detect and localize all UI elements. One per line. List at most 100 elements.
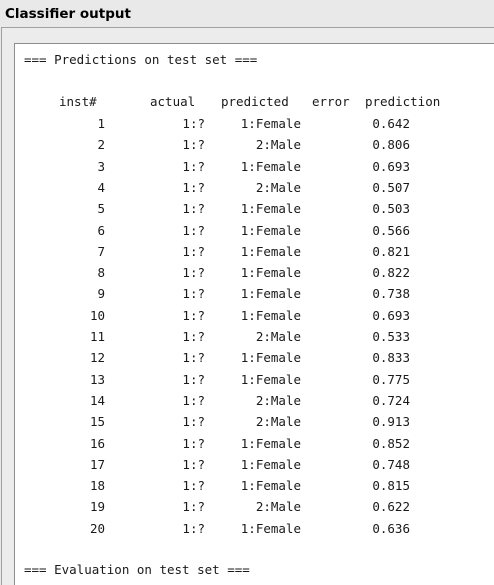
prediction-cell: 0.822 [372, 265, 410, 281]
predicted-cell: 1:Female [240, 520, 301, 536]
prediction-cell: 0.503 [372, 201, 410, 217]
inst-cell: 16 [89, 435, 105, 451]
table-row: 17 1:? 1:Female 0.748 [15, 457, 494, 478]
inst-cell: 19 [89, 499, 105, 515]
table-row: 8 1:? 1:Female 0.822 [15, 265, 494, 286]
prediction-cell: 0.642 [372, 116, 410, 131]
table-row: 9 1:? 1:Female 0.738 [15, 286, 494, 307]
actual-cell: 1:? [182, 478, 205, 494]
inst-cell: 5 [97, 201, 105, 217]
table-row: 16 1:? 1:Female 0.852 [15, 436, 494, 457]
column-header-inst: inst# [59, 94, 97, 109]
actual-cell: 1:? [182, 265, 205, 281]
classifier-output-panel-header: Classifier output [0, 0, 494, 27]
predicted-cell: 2:Male [255, 414, 301, 430]
prediction-cell: 0.913 [372, 414, 410, 430]
actual-cell: 1:? [182, 329, 205, 344]
predictions-section-header: === Predictions on test set === [24, 52, 258, 67]
predicted-cell: 2:Male [255, 137, 301, 153]
column-header-predicted: predicted [221, 94, 289, 109]
predicted-cell: 2:Male [255, 179, 301, 195]
actual-cell: 1:? [182, 456, 205, 472]
actual-cell: 1:? [182, 158, 205, 174]
inst-cell: 8 [97, 265, 105, 281]
predicted-cell: 2:Male [255, 499, 301, 515]
predicted-cell: 2:Male [255, 329, 301, 344]
inst-cell: 12 [89, 350, 105, 366]
predicted-cell: 1:Female [240, 435, 301, 451]
actual-cell: 1:? [182, 243, 205, 259]
predicted-cell: 1:Female [240, 456, 301, 472]
table-row: 5 1:? 1:Female 0.503 [15, 201, 494, 222]
inst-cell: 6 [97, 222, 105, 238]
inst-cell: 13 [89, 371, 105, 387]
actual-cell: 1:? [182, 116, 205, 131]
table-row: 20 1:? 1:Female 0.636 [15, 521, 494, 542]
predicted-cell: 1:Female [240, 222, 301, 238]
prediction-cell: 0.738 [372, 286, 410, 302]
prediction-cell: 0.693 [372, 158, 410, 174]
predicted-cell: 1:Female [240, 307, 301, 323]
predicted-cell: 1:Female [240, 243, 301, 259]
actual-cell: 1:? [182, 499, 205, 515]
inst-cell: 7 [97, 243, 105, 259]
table-row: 2 1:? 2:Male 0.806 [15, 137, 494, 158]
predicted-cell: 1:Female [240, 116, 301, 131]
predicted-cell: 1:Female [240, 158, 301, 174]
inst-cell: 10 [89, 307, 105, 323]
column-header-prediction: prediction [365, 94, 441, 109]
predicted-cell: 1:Female [240, 350, 301, 366]
table-row: 11 1:? 2:Male 0.533 [15, 329, 494, 350]
table-row: 13 1:? 1:Female 0.775 [15, 372, 494, 393]
inst-cell: 14 [89, 392, 105, 408]
predicted-cell: 1:Female [240, 478, 301, 494]
classifier-output-text-area[interactable]: === Predictions on test set === inst# ac… [14, 43, 494, 585]
table-row: 12 1:? 1:Female 0.833 [15, 350, 494, 371]
prediction-cell: 0.693 [372, 307, 410, 323]
actual-cell: 1:? [182, 201, 205, 217]
actual-cell: 1:? [182, 179, 205, 195]
table-row: 4 1:? 2:Male 0.507 [15, 180, 494, 201]
column-header-error: error [312, 94, 350, 109]
actual-cell: 1:? [182, 222, 205, 238]
table-row: 3 1:? 1:Female 0.693 [15, 159, 494, 180]
prediction-cell: 0.815 [372, 478, 410, 494]
table-row: 1 1:? 1:Female 0.642 [15, 116, 494, 137]
prediction-cell: 0.622 [372, 499, 410, 515]
prediction-cell: 0.775 [372, 371, 410, 387]
column-header-actual: actual [150, 94, 196, 109]
actual-cell: 1:? [182, 414, 205, 430]
predicted-cell: 1:Female [240, 371, 301, 387]
actual-cell: 1:? [182, 137, 205, 153]
prediction-cell: 0.748 [372, 456, 410, 472]
table-row: 10 1:? 1:Female 0.693 [15, 308, 494, 329]
inst-cell: 17 [89, 456, 105, 472]
panel-title: Classifier output [5, 6, 131, 22]
predicted-cell: 1:Female [240, 265, 301, 281]
prediction-cell: 0.833 [372, 350, 410, 366]
inst-cell: 11 [89, 329, 105, 344]
inst-cell: 18 [89, 478, 105, 494]
actual-cell: 1:? [182, 392, 205, 408]
predicted-cell: 1:Female [240, 286, 301, 302]
inst-cell: 3 [97, 158, 105, 174]
predicted-cell: 2:Male [255, 392, 301, 408]
prediction-cell: 0.636 [372, 520, 410, 536]
inst-cell: 9 [97, 286, 105, 302]
inst-cell: 1 [97, 116, 105, 131]
actual-cell: 1:? [182, 307, 205, 323]
actual-cell: 1:? [182, 371, 205, 387]
actual-cell: 1:? [182, 350, 205, 366]
prediction-cell: 0.507 [372, 179, 410, 195]
inst-cell: 20 [89, 520, 105, 536]
prediction-cell: 0.724 [372, 392, 410, 408]
table-row: 6 1:? 1:Female 0.566 [15, 223, 494, 244]
prediction-cell: 0.566 [372, 222, 410, 238]
inst-cell: 4 [97, 179, 105, 195]
prediction-cell: 0.806 [372, 137, 410, 153]
prediction-cell: 0.852 [372, 435, 410, 451]
table-row: 7 1:? 1:Female 0.821 [15, 244, 494, 265]
actual-cell: 1:? [182, 520, 205, 536]
predicted-cell: 1:Female [240, 201, 301, 217]
table-row: 14 1:? 2:Male 0.724 [15, 393, 494, 414]
